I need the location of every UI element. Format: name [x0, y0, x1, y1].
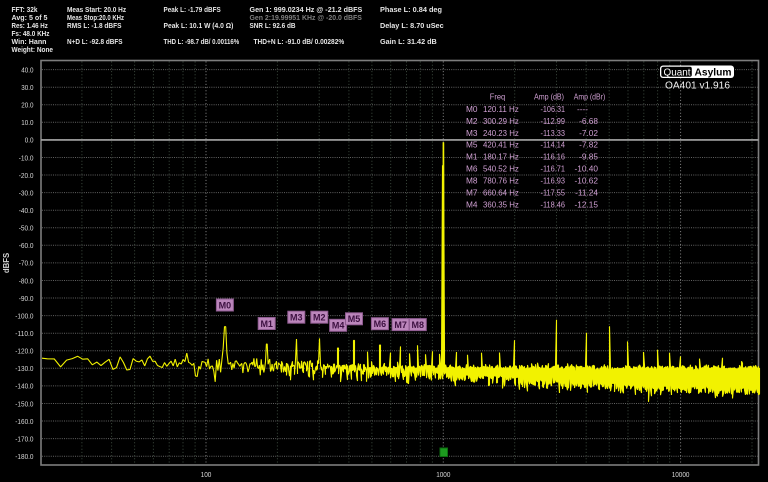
svg-text:-12.15: -12.15 [574, 199, 598, 209]
svg-text:Weight: None: Weight: None [12, 45, 54, 54]
svg-text:-117.55: -117.55 [541, 187, 566, 197]
svg-text:M7: M7 [394, 320, 407, 330]
svg-text:-10.62: -10.62 [574, 176, 598, 186]
svg-text:-110.0: -110.0 [15, 329, 33, 338]
svg-text:-80.0: -80.0 [19, 276, 34, 285]
svg-text:-170.0: -170.0 [15, 434, 33, 443]
svg-text:-114.14: -114.14 [541, 140, 566, 150]
svg-text:-100.0: -100.0 [15, 311, 33, 320]
svg-text:-60.0: -60.0 [19, 241, 34, 250]
svg-text:-70.0: -70.0 [19, 259, 34, 268]
svg-text:-160.0: -160.0 [15, 417, 33, 426]
svg-text:SNR L: 92.6 dB: SNR L: 92.6 dB [250, 21, 296, 30]
svg-text:Asylum: Asylum [695, 67, 732, 79]
svg-text:Phase L: 0.84 deg: Phase L: 0.84 deg [380, 5, 442, 14]
svg-text:660.64 Hz: 660.64 Hz [483, 187, 519, 197]
svg-text:-112.99: -112.99 [541, 116, 566, 126]
svg-text:-20.0: -20.0 [19, 171, 34, 180]
svg-text:M6: M6 [466, 164, 478, 174]
svg-text:M2: M2 [466, 116, 478, 126]
svg-text:540.52 Hz: 540.52 Hz [483, 164, 519, 174]
svg-text:Peak L: 10.1 W (4.0 Ω): Peak L: 10.1 W (4.0 Ω) [164, 21, 234, 30]
svg-text:240.23 Hz: 240.23 Hz [483, 128, 519, 138]
svg-text:-120.0: -120.0 [15, 347, 33, 356]
svg-text:-130.0: -130.0 [15, 364, 33, 373]
svg-text:M1: M1 [260, 319, 273, 329]
svg-text:100: 100 [201, 470, 212, 479]
svg-text:----: ---- [577, 104, 588, 114]
svg-text:Delay L: 8.70 uSec: Delay L: 8.70 uSec [380, 21, 444, 30]
svg-text:-180.0: -180.0 [15, 452, 33, 461]
svg-text:20.0: 20.0 [21, 101, 33, 110]
svg-text:360.35 Hz: 360.35 Hz [483, 199, 519, 209]
svg-text:300.29 Hz: 300.29 Hz [483, 116, 519, 126]
svg-text:M4: M4 [332, 321, 345, 331]
svg-text:120.11 Hz: 120.11 Hz [483, 104, 519, 114]
svg-text:-7.82: -7.82 [579, 140, 598, 150]
svg-text:M5: M5 [466, 140, 478, 150]
svg-text:10000: 10000 [672, 470, 690, 479]
svg-text:-7.02: -7.02 [579, 128, 598, 138]
svg-text:Gain L: 31.42 dB: Gain L: 31.42 dB [380, 37, 437, 46]
svg-text:-113.33: -113.33 [541, 128, 566, 138]
svg-text:OA401 v1.916: OA401 v1.916 [665, 79, 730, 91]
svg-text:-116.71: -116.71 [541, 164, 566, 174]
svg-text:M7: M7 [466, 187, 478, 197]
svg-text:Peak L: -1.79 dBFS: Peak L: -1.79 dBFS [164, 5, 221, 14]
svg-text:THD L: -98.7 dB/ 0.00116%: THD L: -98.7 dB/ 0.00116% [164, 37, 240, 46]
svg-text:Amp (dB): Amp (dB) [534, 92, 564, 102]
svg-text:30.0: 30.0 [21, 83, 33, 92]
svg-text:-6.68: -6.68 [579, 116, 598, 126]
svg-text:-140.0: -140.0 [15, 382, 33, 391]
svg-text:M8: M8 [466, 176, 478, 186]
svg-text:dBFS: dBFS [2, 253, 11, 273]
svg-text:RMS L: -1.8 dBFS: RMS L: -1.8 dBFS [67, 21, 122, 30]
svg-text:M6: M6 [374, 319, 387, 329]
svg-text:Quant: Quant [664, 67, 691, 78]
svg-text:780.76 Hz: 780.76 Hz [483, 176, 519, 186]
svg-text:-116.16: -116.16 [541, 152, 566, 162]
svg-text:420.41 Hz: 420.41 Hz [483, 140, 519, 150]
svg-text:THD+N L: -91.0 dB/ 0.00282%: THD+N L: -91.0 dB/ 0.00282% [254, 37, 345, 46]
svg-text:M5: M5 [348, 314, 361, 324]
svg-text:M3: M3 [290, 313, 303, 323]
svg-text:Amp (dBr): Amp (dBr) [574, 92, 606, 102]
svg-text:M1: M1 [466, 152, 478, 162]
svg-text:-30.0: -30.0 [19, 188, 34, 197]
svg-text:10.0: 10.0 [21, 118, 33, 127]
svg-text:-116.93: -116.93 [541, 176, 566, 186]
svg-text:-106.31: -106.31 [541, 104, 566, 114]
svg-text:M8: M8 [412, 320, 425, 330]
svg-text:M4: M4 [466, 199, 478, 209]
svg-text:M2: M2 [313, 313, 326, 323]
svg-text:-90.0: -90.0 [19, 294, 34, 303]
svg-text:M0: M0 [466, 104, 478, 114]
svg-text:N+D L: -92.8 dBFS: N+D L: -92.8 dBFS [67, 37, 123, 46]
svg-text:-50.0: -50.0 [19, 224, 34, 233]
svg-text:0.0: 0.0 [25, 136, 34, 145]
svg-text:180.17 Hz: 180.17 Hz [483, 152, 519, 162]
svg-text:-40.0: -40.0 [19, 206, 34, 215]
svg-text:-11.24: -11.24 [575, 187, 598, 197]
svg-text:M0: M0 [219, 300, 232, 310]
svg-text:-10.40: -10.40 [574, 164, 598, 174]
svg-text:40.0: 40.0 [21, 65, 33, 74]
svg-text:1000: 1000 [436, 470, 450, 479]
svg-text:-150.0: -150.0 [15, 399, 33, 408]
svg-text:-10.0: -10.0 [19, 153, 34, 162]
svg-text:Freq: Freq [490, 92, 506, 102]
svg-text:-118.46: -118.46 [541, 199, 566, 209]
svg-text:M3: M3 [466, 128, 478, 138]
svg-text:-9.85: -9.85 [579, 152, 598, 162]
